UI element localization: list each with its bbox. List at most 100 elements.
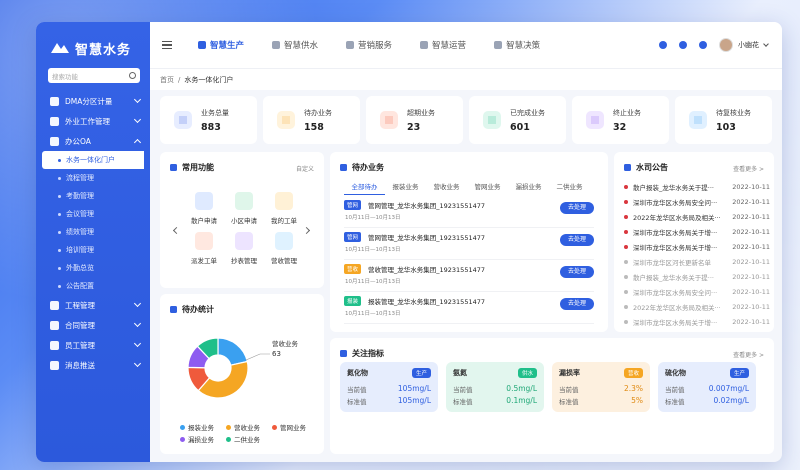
quick-item-1[interactable]: 小区申请: [226, 192, 262, 225]
todo-tab-5[interactable]: 二供业务: [549, 181, 590, 195]
indicator-card-1[interactable]: 氨氮 供水 当前值 0.5mg/L 标准值 0.1mg/L: [446, 362, 544, 412]
task-title[interactable]: 管网管理_龙华水务集团_19231551477: [368, 200, 485, 210]
stat-value: 103: [716, 121, 736, 133]
stat-card-0[interactable]: 业务总量 883: [160, 96, 257, 144]
indicator-card-3[interactable]: 硫化物 生产 当前值 0.007mg/L 标准值 0.02mg/L: [658, 362, 756, 412]
top-tab-2[interactable]: 营销服务: [332, 22, 406, 68]
standard-label: 标准值: [665, 398, 685, 406]
top-tab-1[interactable]: 智慧供水: [258, 22, 332, 68]
customize-link[interactable]: 自定义: [296, 164, 314, 173]
sidebar-item-icon: [50, 96, 59, 106]
notice-text: 深圳市龙华区水务局关于增···: [633, 229, 718, 237]
legend-item-1: 营收业务: [226, 422, 260, 432]
notice-date: 2022-10-11: [732, 198, 770, 206]
quick-functions-title: 常用功能: [170, 162, 214, 173]
todo-tab-3[interactable]: 管网业务: [467, 181, 508, 195]
pie-slice-0[interactable]: [217, 337, 249, 366]
user-menu[interactable]: 小幽花: [719, 38, 769, 52]
process-button[interactable]: 去处理: [560, 266, 594, 278]
indicator-card-2[interactable]: 漏损率 营收 当前值 2.3% 标准值 5%: [552, 362, 650, 412]
quick-item-0[interactable]: 散户申请: [186, 192, 222, 225]
stat-card-4[interactable]: 终止业务 32: [572, 96, 669, 144]
sidebar-item-2[interactable]: 办公OA: [36, 131, 150, 151]
tab-icon: [494, 41, 503, 49]
quick-item-3[interactable]: 派发工单: [186, 232, 222, 265]
notice-item[interactable]: 散户报装_龙华水务关于提··· 2022-10-11: [624, 270, 770, 284]
indicators-more-link[interactable]: 查看更多 >: [733, 350, 764, 359]
notice-text: 深圳市龙华区河长更新名单: [633, 259, 711, 267]
top-tab-0[interactable]: 智慧生产: [184, 22, 258, 68]
stat-card-5[interactable]: 待复核业务 103: [675, 96, 772, 144]
quick-item-2[interactable]: 我的工单: [266, 192, 302, 225]
tab-icon: [198, 41, 206, 49]
sidebar-subitem-5[interactable]: 培训管理: [36, 241, 150, 259]
sidebar-item-icon: [50, 340, 59, 350]
process-button[interactable]: 去处理: [560, 298, 594, 310]
sidebar-item-icon: [50, 360, 59, 370]
sidebar-item2-1[interactable]: 合同管理: [36, 315, 150, 335]
top-tab-3[interactable]: 智慧运营: [406, 22, 480, 68]
process-button[interactable]: 去处理: [560, 202, 594, 214]
stat-card-1[interactable]: 待办业务 158: [263, 96, 360, 144]
sidebar-search-input[interactable]: 搜索功能: [48, 68, 140, 83]
sidebar-subitem-0[interactable]: 水务一体化门户: [42, 151, 144, 169]
todo-tab-2[interactable]: 营收业务: [426, 181, 467, 195]
todo-tab-0[interactable]: 全部待办: [344, 181, 385, 195]
task-title[interactable]: 营收管理_龙华水务集团_19231551477: [368, 264, 485, 274]
task-title[interactable]: 报装管理_龙华水务集团_19231551477: [368, 296, 485, 306]
stat-label: 待办业务: [304, 108, 332, 117]
breadcrumb-current: 水务一体化门户: [184, 75, 234, 84]
task-title[interactable]: 管网管理_龙华水务集团_19231551477: [368, 232, 485, 242]
stat-card-2[interactable]: 超期业务 23: [366, 96, 463, 144]
stat-card-3[interactable]: 已完成业务 601: [469, 96, 566, 144]
quick-item-4[interactable]: 抄表管理: [226, 232, 262, 265]
sidebar-subitem-2[interactable]: 考勤管理: [36, 187, 150, 205]
todo-tab-1[interactable]: 报装业务: [385, 181, 426, 195]
bell-icon[interactable]: [679, 41, 687, 49]
menu-collapse-icon[interactable]: [162, 41, 172, 49]
quick-item-icon: [195, 192, 213, 210]
process-button[interactable]: 去处理: [560, 234, 594, 246]
notice-item[interactable]: 深圳市龙华区水务局安全问··· 2022-10-11: [624, 285, 770, 299]
todo-tab-4[interactable]: 漏损业务: [508, 181, 549, 195]
notice-item[interactable]: 2022年龙华区水务局及相关··· 2022-10-11: [624, 210, 770, 224]
notice-item[interactable]: 深圳市龙华区水务局关于增··· 2022-10-11: [624, 315, 770, 329]
stat-text: 超期业务 23: [407, 108, 435, 133]
sidebar-subitem-4[interactable]: 绩效管理: [36, 223, 150, 241]
sidebar-item-0[interactable]: DMA分区计量: [36, 91, 150, 111]
sidebar-subitem-7[interactable]: 公告配置: [36, 277, 150, 295]
notice-dot: [624, 275, 628, 279]
sidebar-item2-0[interactable]: 工程管理: [36, 295, 150, 315]
notice-item[interactable]: 深圳市龙华区水务局关于增··· 2022-10-11: [624, 225, 770, 239]
top-tab-4[interactable]: 智慧决策: [480, 22, 554, 68]
notice-item[interactable]: 散户报装_龙华水务关于提··· 2022-10-11: [624, 180, 770, 194]
indicators-card: 关注指标 查看更多 > 氮化物 生产 当前值 105mg/L 标准值 105mg/L 氨氮供…: [330, 338, 774, 454]
sidebar-subitem-1[interactable]: 流程管理: [36, 169, 150, 187]
prev-arrow-icon[interactable]: [172, 226, 181, 235]
sidebar-item2-2[interactable]: 员工管理: [36, 335, 150, 355]
breadcrumb-separator: /: [178, 75, 181, 84]
settings-icon[interactable]: [659, 41, 667, 49]
sidebar-item-left: 外业工作管理: [50, 116, 110, 127]
sidebar-subitem-3[interactable]: 会议管理: [36, 205, 150, 223]
notice-date: 2022-10-11: [732, 288, 770, 296]
quick-functions-card: 常用功能 自定义 散户申请 小区申请 我的工单派发工单 抄表管理 营收管理: [160, 152, 324, 288]
sidebar-item2-3[interactable]: 消息推送: [36, 355, 150, 375]
sidebar-subitem-6[interactable]: 外勤总览: [36, 259, 150, 277]
stat-text: 已完成业务 601: [510, 108, 545, 133]
next-arrow-icon[interactable]: [302, 226, 311, 235]
notice-item[interactable]: 深圳市龙华区水务局安全问··· 2022-10-11: [624, 195, 770, 209]
help-icon[interactable]: [699, 41, 707, 49]
notice-item[interactable]: 深圳市龙华区水务局关于增··· 2022-10-11: [624, 240, 770, 254]
notice-item[interactable]: 2022年龙华区水务局及相关··· 2022-10-11: [624, 300, 770, 314]
indicator-card-0[interactable]: 氮化物 生产 当前值 105mg/L 标准值 105mg/L: [340, 362, 438, 412]
breadcrumb-home[interactable]: 首页: [160, 75, 174, 85]
stat-label: 业务总量: [201, 108, 229, 117]
quick-item-5[interactable]: 营收管理: [266, 232, 302, 265]
search-icon: [129, 72, 136, 79]
standard-label: 标准值: [559, 398, 579, 406]
sidebar-item-label: 工程管理: [65, 300, 95, 310]
sidebar-item-1[interactable]: 外业工作管理: [36, 111, 150, 131]
notice-item[interactable]: 深圳市龙华区河长更新名单 2022-10-11: [624, 255, 770, 269]
notices-more-link[interactable]: 查看更多 >: [733, 164, 764, 173]
